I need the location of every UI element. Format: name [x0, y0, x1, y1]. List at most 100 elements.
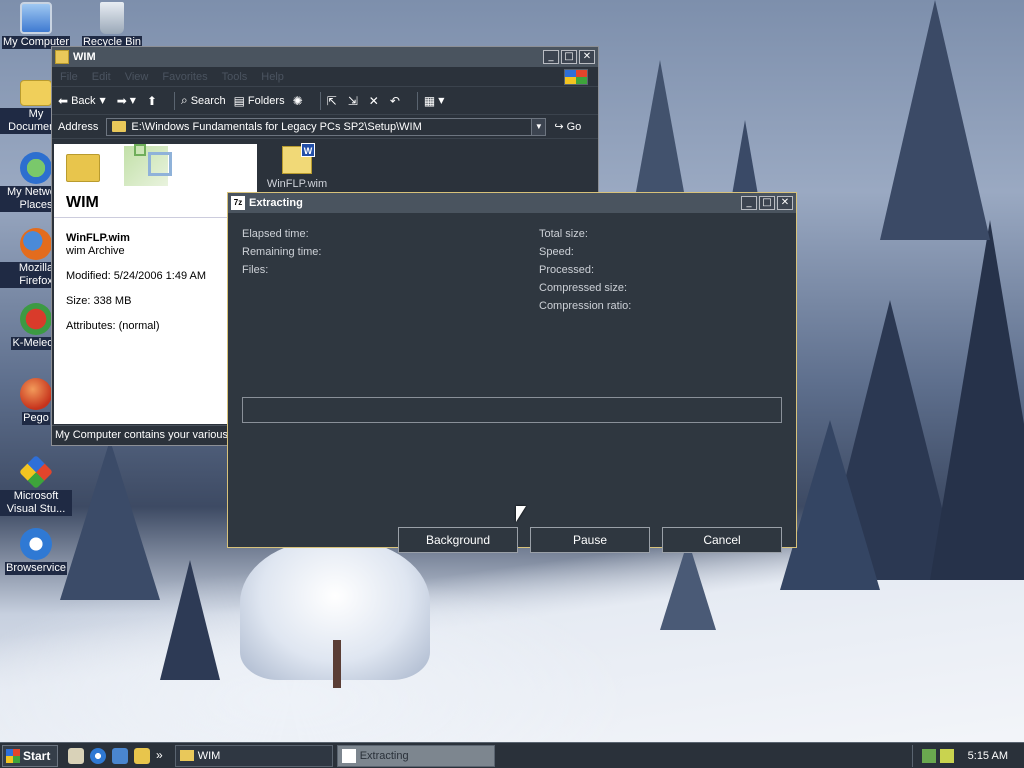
minimize-button[interactable]: _	[543, 50, 559, 64]
forward-button[interactable]: ➡ ▼	[117, 94, 139, 108]
panel-banner-graphic	[134, 144, 146, 156]
desktop-icon-recycle-bin[interactable]: Recycle Bin	[76, 2, 148, 49]
show-desktop-icon[interactable]	[68, 747, 84, 764]
left-stats: Elapsed time: Remaining time: Files:	[242, 225, 321, 279]
menu-help[interactable]: Help	[261, 71, 284, 83]
address-field[interactable]: E:\Windows Fundamentals for Legacy PCs S…	[106, 117, 547, 136]
up-folder-button[interactable]: ⬆	[147, 94, 160, 108]
search-icon: ⌕	[180, 93, 188, 107]
forward-arrow-icon: ➡	[116, 93, 127, 108]
folders-button[interactable]: ▤ Folders	[234, 94, 285, 108]
explorer-title: WIM	[73, 51, 96, 63]
visual-studio-icon	[19, 455, 53, 489]
selected-file-name: WinFLP.wim	[66, 232, 130, 244]
panel-title: WIM	[66, 194, 99, 211]
progress-bar	[242, 397, 782, 423]
go-button[interactable]: ↪ Go	[554, 120, 581, 133]
volume-tray-icon[interactable]	[939, 748, 954, 763]
system-tray: 5:15 AM	[912, 744, 1024, 767]
right-stats: Total size: Speed: Processed: Compressed…	[539, 225, 631, 315]
menu-favorites[interactable]: Favorites	[162, 71, 207, 83]
messenger-icon[interactable]	[134, 747, 150, 764]
selected-file-type: wim Archive	[66, 245, 125, 257]
chevron-down-icon: ▼	[438, 96, 445, 105]
menu-edit[interactable]: Edit	[92, 71, 111, 83]
address-value: E:\Windows Fundamentals for Legacy PCs S…	[131, 120, 422, 133]
cancel-button[interactable]: Cancel	[662, 527, 782, 553]
maximize-button[interactable]: □	[759, 196, 775, 210]
toolbar-separator	[416, 91, 418, 110]
views-button[interactable]: ▦ ▼	[424, 94, 448, 108]
recycle-bin-icon	[100, 2, 124, 34]
menu-bar: File Edit View Favorites Tools Help	[52, 67, 598, 87]
desktop-icon-my-computer[interactable]: My Computer	[0, 2, 72, 49]
folder-options-button[interactable]: ✺	[293, 94, 306, 108]
delete-icon: ✕	[368, 93, 379, 108]
taskbar: Start » WIM Extracting 5:15 AM	[0, 742, 1024, 768]
wim-file-icon: W	[282, 143, 315, 174]
modified-date: Modified: 5/24/2006 1:49 AM	[66, 270, 207, 282]
mouse-cursor-icon	[516, 506, 526, 522]
task-extracting[interactable]: Extracting	[336, 744, 495, 767]
pego-icon	[20, 378, 52, 410]
close-button[interactable]: ✕	[579, 50, 595, 64]
menu-tools[interactable]: Tools	[222, 71, 248, 83]
network-places-icon	[20, 152, 52, 184]
chevron-down-icon[interactable]: ▼	[100, 96, 106, 105]
background-button[interactable]: Background	[398, 527, 518, 553]
address-label: Address	[58, 120, 99, 133]
folder-icon	[20, 80, 52, 106]
undo-button[interactable]: ↶	[390, 94, 403, 108]
minimize-button[interactable]: _	[741, 196, 757, 210]
quicklaunch-overflow[interactable]: »	[156, 748, 163, 764]
toolbar-separator	[319, 91, 321, 110]
pause-button[interactable]: Pause	[530, 527, 650, 553]
close-button[interactable]: ✕	[777, 196, 793, 210]
panel-banner-graphic	[148, 152, 172, 176]
folder-icon	[179, 750, 194, 761]
standard-toolbar: ⬅ Back ▼ ➡ ▼ ⬆ ⌕ Search ▤ Folders ✺ ⇱ ⇲ ✕ ↶ ▦…	[52, 87, 598, 115]
start-button[interactable]: Start	[2, 744, 58, 767]
elapsed-time-label: Elapsed time:	[242, 228, 309, 240]
back-button[interactable]: ⬅ Back ▼	[58, 94, 109, 108]
windows-logo-icon	[6, 748, 20, 763]
compressed-size-label: Compressed size:	[539, 282, 628, 294]
browser-icon	[20, 528, 52, 560]
remaining-time-label: Remaining time:	[242, 246, 322, 258]
clock[interactable]: 5:15 AM	[968, 750, 1008, 762]
go-arrow-icon: ↪	[554, 120, 564, 133]
toolbar-separator	[173, 91, 175, 110]
menu-view[interactable]: View	[125, 71, 149, 83]
network-tray-icon[interactable]	[921, 748, 936, 763]
quick-launch: »	[68, 747, 169, 764]
media-player-icon[interactable]	[112, 747, 128, 764]
dialog-body: Elapsed time: Remaining time: Files: Tot…	[228, 213, 796, 553]
internet-explorer-icon[interactable]	[90, 747, 106, 764]
7zip-icon: 7z	[231, 196, 245, 210]
dialog-title: Extracting	[249, 197, 303, 209]
search-button[interactable]: ⌕ Search	[181, 93, 226, 108]
task-wim[interactable]: WIM	[174, 744, 333, 767]
k-meleon-icon	[20, 303, 52, 335]
chevron-down-icon[interactable]: ▼	[130, 96, 136, 105]
menu-file[interactable]: File	[60, 71, 78, 83]
chevron-down-icon[interactable]: ▼	[531, 118, 546, 135]
copy-to-button[interactable]: ⇲	[348, 94, 361, 108]
extracting-dialog[interactable]: 7z Extracting _ □ ✕ Elapsed time: Remain…	[227, 192, 797, 553]
folder-icon	[55, 50, 69, 64]
file-attributes: Attributes: (normal)	[66, 320, 160, 332]
file-item-winflp[interactable]: W WinFLP.wim	[262, 143, 332, 190]
folder-icon	[112, 121, 127, 132]
explorer-titlebar[interactable]: WIM _ □ ✕	[52, 47, 598, 67]
delete-button[interactable]: ✕	[369, 94, 382, 108]
back-arrow-icon: ⬅	[58, 93, 69, 108]
windows-logo-icon	[564, 68, 588, 85]
7zip-icon	[341, 748, 356, 763]
move-to-button[interactable]: ⇱	[327, 94, 340, 108]
computer-icon	[20, 2, 52, 34]
maximize-button[interactable]: □	[561, 50, 577, 64]
desktop-icon-browservice[interactable]: Browservice	[0, 528, 72, 575]
dialog-titlebar[interactable]: 7z Extracting _ □ ✕	[228, 193, 796, 213]
desktop-icon-visual-studio[interactable]: Microsoft Visual Stu...	[0, 455, 72, 516]
copy-to-icon: ⇲	[347, 93, 358, 108]
